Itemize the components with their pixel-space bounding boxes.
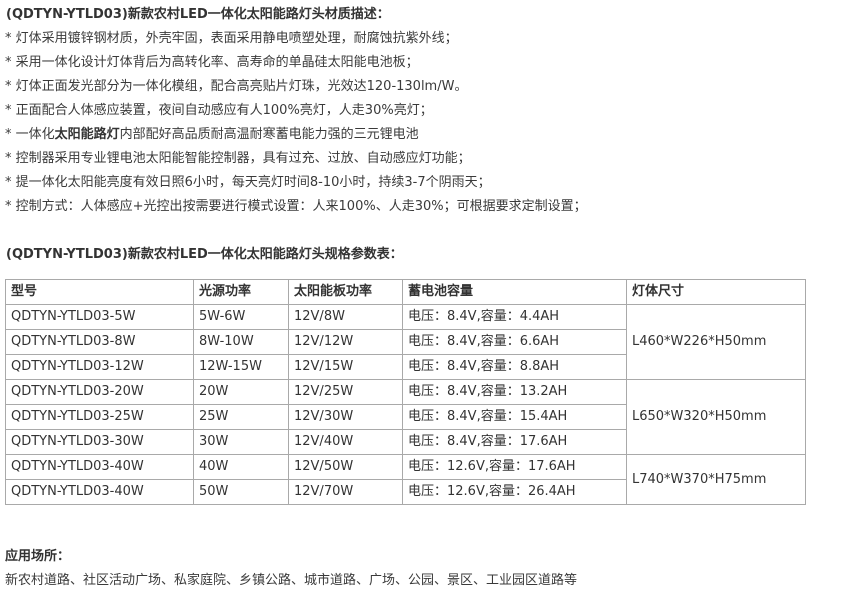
list-item: * 灯体采用镀锌钢材质，外壳牢固，表面采用静电喷塑处理，耐腐蚀抗紫外线； (5, 31, 458, 46)
list-item: * 控制器采用专业锂电池太阳能智能控制器，具有过充、过放、自动感应灯功能； (5, 151, 471, 166)
header-battery-capacity: 蓄电池容量 (402, 279, 627, 305)
applications-text: 新农村道路、社区活动广场、私家庭院、乡镇公路、城市道路、广场、公园、景区、工业园… (5, 573, 578, 588)
cell-solar-power: 12V/8W (288, 304, 403, 330)
cell-battery: 电压：8.4V,容量：15.4AH (402, 404, 627, 430)
cell-light-power: 30W (193, 429, 289, 455)
cell-solar-power: 12V/30W (288, 404, 403, 430)
cell-battery: 电压：8.4V,容量：6.6AH (402, 329, 627, 355)
cell-battery: 电压：8.4V,容量：4.4AH (402, 304, 627, 330)
header-light-power: 光源功率 (193, 279, 289, 305)
cell-model: QDTYN-YTLD03-40W (5, 479, 194, 505)
cell-model: QDTYN-YTLD03-5W (5, 304, 194, 330)
applications-title: 应用场所： (5, 549, 71, 564)
table-row: QDTYN-YTLD03-5W 5W-6W 12V/8W 电压：8.4V,容量：… (5, 304, 806, 380)
cell-light-power: 50W (193, 479, 289, 505)
cell-battery: 电压：12.6V,容量：17.6AH (402, 454, 627, 480)
cell-light-power: 12W-15W (193, 354, 289, 380)
header-solar-panel-power: 太阳能板功率 (288, 279, 403, 305)
cell-battery: 电压：8.4V,容量：17.6AH (402, 429, 627, 455)
solar-street-light-link[interactable]: 太阳能路灯 (55, 127, 120, 142)
cell-solar-power: 12V/50W (288, 454, 403, 480)
cell-solar-power: 12V/25W (288, 379, 403, 405)
list-item: * 控制方式：人体感应+光控出按需要进行模式设置：人来100%、人走30%；可根… (5, 199, 587, 214)
list-item: * 灯体正面发光部分为一体化模组，配合高亮贴片灯珠，光效达120-130lm/W… (5, 79, 468, 94)
list-item: * 正面配合人体感应装置，夜间自动感应有人100%亮灯，人走30%亮灯； (5, 103, 433, 118)
cell-light-power: 25W (193, 404, 289, 430)
cell-battery: 电压：8.4V,容量：13.2AH (402, 379, 627, 405)
product-description-page: (QDTYN-YTLD03)新款农村LED一体化太阳能路灯头材质描述： * 灯体… (0, 0, 868, 600)
spec-title: (QDTYN-YTLD03)新款农村LED一体化太阳能路灯头规格参数表： (6, 247, 403, 262)
cell-battery: 电压：8.4V,容量：8.8AH (402, 354, 627, 380)
cell-light-power: 5W-6W (193, 304, 289, 330)
materials-list: * 灯体采用镀锌钢材质，外壳牢固，表面采用静电喷塑处理，耐腐蚀抗紫外线； * 采… (5, 27, 587, 219)
cell-solar-power: 12V/12W (288, 329, 403, 355)
cell-light-power: 8W-10W (193, 329, 289, 355)
table-header-row: 型号 光源功率 太阳能板功率 蓄电池容量 灯体尺寸 (5, 279, 806, 305)
list-item: * 一体化太阳能路灯内部配好高品质耐高温耐寒蓄电能力强的三元锂电池 (5, 127, 419, 142)
list-item: * 提一体化太阳能亮度有效日照6小时，每天亮灯时间8-10小时，持续3-7个阴雨… (5, 175, 491, 190)
cell-solar-power: 12V/15W (288, 354, 403, 380)
cell-light-power: 20W (193, 379, 289, 405)
table-row: QDTYN-YTLD03-20W 20W 12V/25W 电压：8.4V,容量：… (5, 379, 806, 455)
cell-light-power: 40W (193, 454, 289, 480)
cell-model: QDTYN-YTLD03-40W (5, 454, 194, 480)
table-row: QDTYN-YTLD03-40W 40W 12V/50W 电压：12.6V,容量… (5, 454, 806, 505)
cell-lamp-size: L740*W370*H75mm (626, 454, 806, 505)
cell-model: QDTYN-YTLD03-30W (5, 429, 194, 455)
cell-model: QDTYN-YTLD03-20W (5, 379, 194, 405)
header-model: 型号 (5, 279, 194, 305)
header-lamp-size: 灯体尺寸 (626, 279, 806, 305)
list-item: * 采用一体化设计灯体背后为高转化率、高寿命的单晶硅太阳能电池板； (5, 55, 419, 70)
cell-lamp-size: L650*W320*H50mm (626, 379, 806, 455)
cell-model: QDTYN-YTLD03-8W (5, 329, 194, 355)
materials-title: (QDTYN-YTLD03)新款农村LED一体化太阳能路灯头材质描述： (6, 7, 390, 22)
cell-battery: 电压：12.6V,容量：26.4AH (402, 479, 627, 505)
cell-model: QDTYN-YTLD03-12W (5, 354, 194, 380)
spec-table: 型号 光源功率 太阳能板功率 蓄电池容量 灯体尺寸 QDTYN-YTLD03-5… (5, 279, 806, 505)
cell-solar-power: 12V/40W (288, 429, 403, 455)
cell-lamp-size: L460*W226*H50mm (626, 304, 806, 380)
cell-solar-power: 12V/70W (288, 479, 403, 505)
cell-model: QDTYN-YTLD03-25W (5, 404, 194, 430)
